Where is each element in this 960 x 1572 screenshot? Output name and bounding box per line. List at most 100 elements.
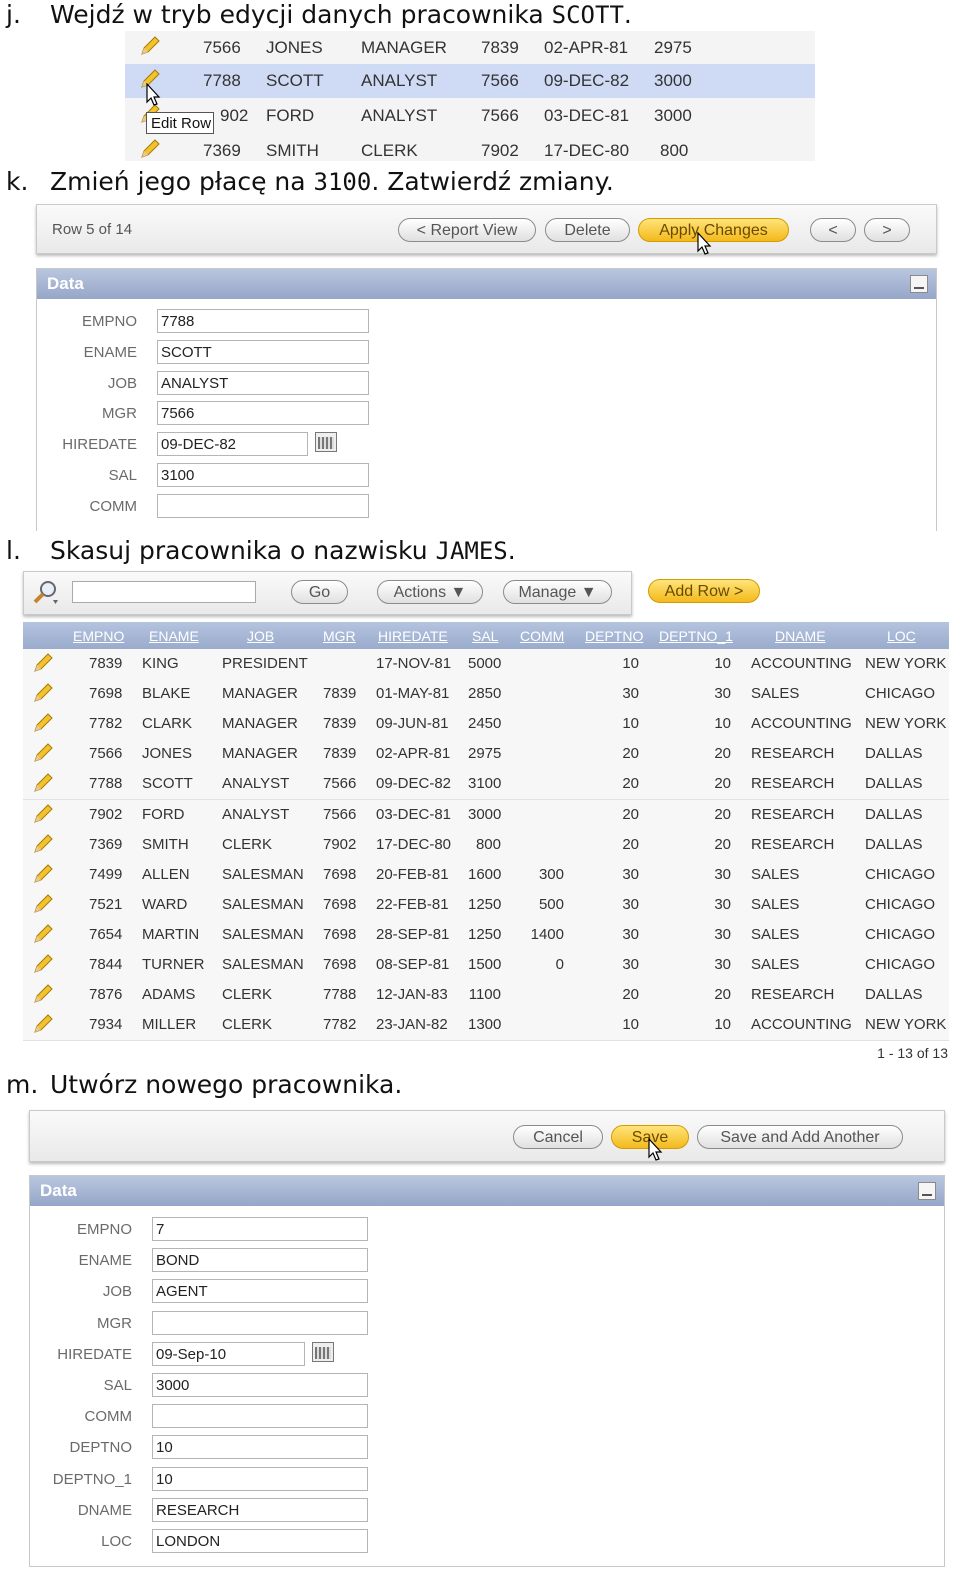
cell-sal: 3000 [468, 805, 502, 823]
column-header-hiredate[interactable]: HIREDATE [378, 628, 448, 644]
field-input-job[interactable]: AGENT [152, 1279, 368, 1304]
column-header-empno[interactable]: EMPNO [73, 628, 124, 644]
cell-deptno_1: 20 [714, 986, 731, 1004]
cell-deptno: 20 [622, 775, 639, 793]
step-name: SCOTT [551, 1, 624, 29]
edit-pencil-icon[interactable] [32, 1013, 54, 1039]
column-header-mgr[interactable]: MGR [323, 628, 356, 644]
cell-mgr: 7839 [323, 715, 357, 733]
cell-loc: CHICAGO [865, 865, 936, 883]
table-row: 7844 TURNER SALESMAN 7698 08-SEP-81 1500 0 30 30… [23, 950, 949, 981]
cell-deptno_1: 10 [714, 655, 731, 672]
edit-pencil-icon[interactable] [32, 742, 54, 768]
calendar-icon[interactable] [315, 432, 337, 453]
column-header-deptno[interactable]: DEPTNO [585, 628, 643, 644]
field-input-sal[interactable]: 3000 [152, 1373, 368, 1397]
field-input-ename[interactable]: BOND [152, 1248, 368, 1273]
table-row: 7698 BLAKE MANAGER 7839 01-MAY-81 2850 30 30 SAL… [23, 679, 949, 711]
field-input-empno[interactable]: 7788 [157, 309, 369, 333]
cell-dname: RESEARCH [751, 805, 835, 823]
cell-deptno: 30 [622, 956, 639, 973]
field-input-dname[interactable]: RESEARCH [152, 1497, 368, 1522]
field-input-hiredate[interactable]: 09-Sep-10 [152, 1341, 305, 1366]
field-input-deptno[interactable]: 10 [152, 1435, 368, 1460]
go-button[interactable]: Go [291, 580, 348, 604]
field-input-job[interactable]: ANALYST [157, 370, 369, 395]
add-row-button[interactable]: Add Row > [648, 579, 760, 603]
edit-pencil-icon[interactable] [32, 863, 54, 889]
cell-deptno_1: 20 [714, 745, 731, 763]
step-end: . [623, 0, 632, 29]
column-header-loc[interactable]: LOC [887, 628, 916, 644]
report-search-bar: Go Actions ▼ Manage ▼ [23, 571, 632, 615]
edit-pencil-icon[interactable] [32, 893, 54, 919]
field-input-empno[interactable]: 7 [152, 1217, 368, 1241]
search-input[interactable] [72, 581, 256, 603]
field-label-hiredate: HIREDATE [62, 436, 137, 454]
cancel-button[interactable]: Cancel [513, 1125, 603, 1149]
cell-mgr: 7839 [323, 685, 357, 703]
apply-changes-button[interactable]: Apply Changes [638, 218, 789, 242]
edit-pencil-icon[interactable] [32, 833, 54, 859]
search-icon[interactable] [31, 578, 61, 606]
column-header-comm[interactable]: COMM [520, 628, 564, 644]
cell-mgr: 7839 [323, 745, 357, 763]
edit-pencil-icon[interactable] [32, 682, 54, 708]
field-input-mgr[interactable]: 7566 [157, 401, 369, 426]
edit-pencil-icon[interactable] [32, 712, 54, 738]
field-input-comm[interactable] [152, 1404, 368, 1429]
cell-mgr: 7566 [481, 106, 519, 125]
edit-pencil-icon[interactable] [32, 772, 54, 798]
field-label-ename: ENAME [83, 343, 137, 361]
minimize-icon[interactable] [910, 275, 928, 293]
edit-pencil-icon[interactable] [32, 953, 54, 979]
cell-job: CLERK [361, 141, 418, 160]
minimize-icon[interactable] [918, 1182, 936, 1200]
column-header-sal[interactable]: SAL [472, 628, 498, 644]
save-and-add-another-button[interactable]: Save and Add Another [697, 1125, 903, 1149]
edit-pencil-icon[interactable] [32, 983, 54, 1009]
cell-deptno: 10 [622, 715, 639, 733]
cell-dname: ACCOUNTING [751, 715, 852, 733]
edit-pencil-icon[interactable] [32, 803, 54, 829]
edit-pencil-icon[interactable] [32, 923, 54, 949]
column-header-dname[interactable]: DNAME [775, 628, 826, 644]
cell-loc: CHICAGO [865, 956, 936, 973]
delete-button[interactable]: Delete [545, 218, 630, 242]
cell-sal: 1250 [468, 925, 502, 943]
create-button-bar: Cancel Save Save and Add Another [29, 1110, 945, 1162]
cell-loc: NEW YORK [865, 715, 947, 733]
cell-sal: 1250 [468, 895, 502, 913]
cell-deptno_1: 30 [714, 895, 731, 913]
table-row: 7521 WARD SALESMAN 7698 22-FEB-81 1250 500 30 30… [23, 889, 949, 921]
cell-mgr: 7788 [323, 986, 357, 1004]
cell-empno: 7521 [89, 895, 123, 913]
calendar-icon[interactable] [312, 1341, 334, 1362]
column-header-deptno_1[interactable]: DEPTNO_1 [659, 628, 733, 644]
actions-menu-button[interactable]: Actions ▼ [377, 580, 483, 604]
column-header-job[interactable]: JOB [247, 628, 274, 644]
next-row-button[interactable]: > [864, 218, 910, 242]
cell-deptno: 20 [622, 805, 639, 823]
manage-menu-button[interactable]: Manage ▼ [503, 580, 612, 604]
cell-hiredate: 12-JAN-83 [376, 986, 448, 1004]
cell-ename: ADAMS [142, 986, 196, 1004]
previous-row-button[interactable]: < [810, 218, 856, 242]
cell-ename: JONES [266, 38, 323, 57]
step-m-heading: m. Utwórz nowego pracownika. [6, 1070, 402, 1099]
edit-pencil-icon[interactable] [139, 35, 161, 62]
cell-ename: SCOTT [142, 775, 193, 793]
column-header-ename[interactable]: ENAME [149, 628, 199, 644]
field-input-hiredate[interactable]: 09-DEC-82 [157, 432, 308, 457]
field-input-mgr[interactable] [152, 1310, 368, 1335]
field-input-deptno_1[interactable]: 10 [152, 1466, 368, 1491]
cell-job: MANAGER [222, 685, 298, 703]
report-view-button[interactable]: < Report View [398, 218, 536, 242]
edit-pencil-icon[interactable] [32, 652, 54, 678]
field-input-loc[interactable]: LONDON [152, 1529, 368, 1553]
mouse-cursor-icon [697, 232, 712, 255]
field-input-comm[interactable] [157, 493, 369, 518]
field-input-ename[interactable]: SCOTT [157, 339, 369, 364]
edit-pencil-icon[interactable] [139, 138, 161, 165]
field-input-sal[interactable]: 3100 [157, 463, 369, 487]
